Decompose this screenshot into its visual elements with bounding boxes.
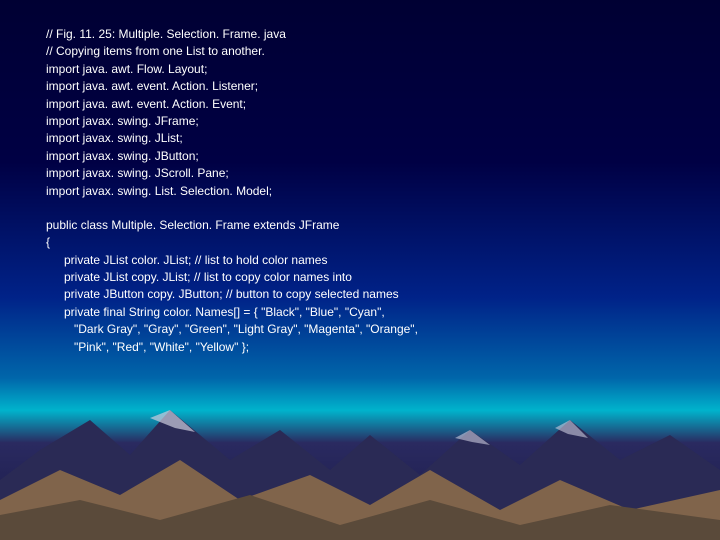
code-line: "Dark Gray", "Gray", "Green", "Light Gra…: [46, 321, 686, 338]
code-line: import javax. swing. JList;: [46, 130, 686, 147]
code-line: import javax. swing. JFrame;: [46, 113, 686, 130]
blank-line: [46, 200, 686, 217]
code-line: {: [46, 234, 686, 251]
code-line: import java. awt. Flow. Layout;: [46, 61, 686, 78]
code-listing: // Fig. 11. 25: Multiple. Selection. Fra…: [46, 26, 686, 356]
code-line: private JList color. JList; // list to h…: [46, 252, 686, 269]
code-line: private final String color. Names[] = { …: [46, 304, 686, 321]
code-line: // Copying items from one List to anothe…: [46, 43, 686, 60]
code-line: "Pink", "Red", "White", "Yellow" };: [46, 339, 686, 356]
code-line: private JButton copy. JButton; // button…: [46, 286, 686, 303]
code-line: import javax. swing. JScroll. Pane;: [46, 165, 686, 182]
mountain-silhouette: [0, 360, 720, 540]
code-line: // Fig. 11. 25: Multiple. Selection. Fra…: [46, 26, 686, 43]
code-line: import javax. swing. JButton;: [46, 148, 686, 165]
code-line: public class Multiple. Selection. Frame …: [46, 217, 686, 234]
code-line: private JList copy. JList; // list to co…: [46, 269, 686, 286]
code-line: import java. awt. event. Action. Event;: [46, 96, 686, 113]
code-line: import javax. swing. List. Selection. Mo…: [46, 183, 686, 200]
code-line: import java. awt. event. Action. Listene…: [46, 78, 686, 95]
